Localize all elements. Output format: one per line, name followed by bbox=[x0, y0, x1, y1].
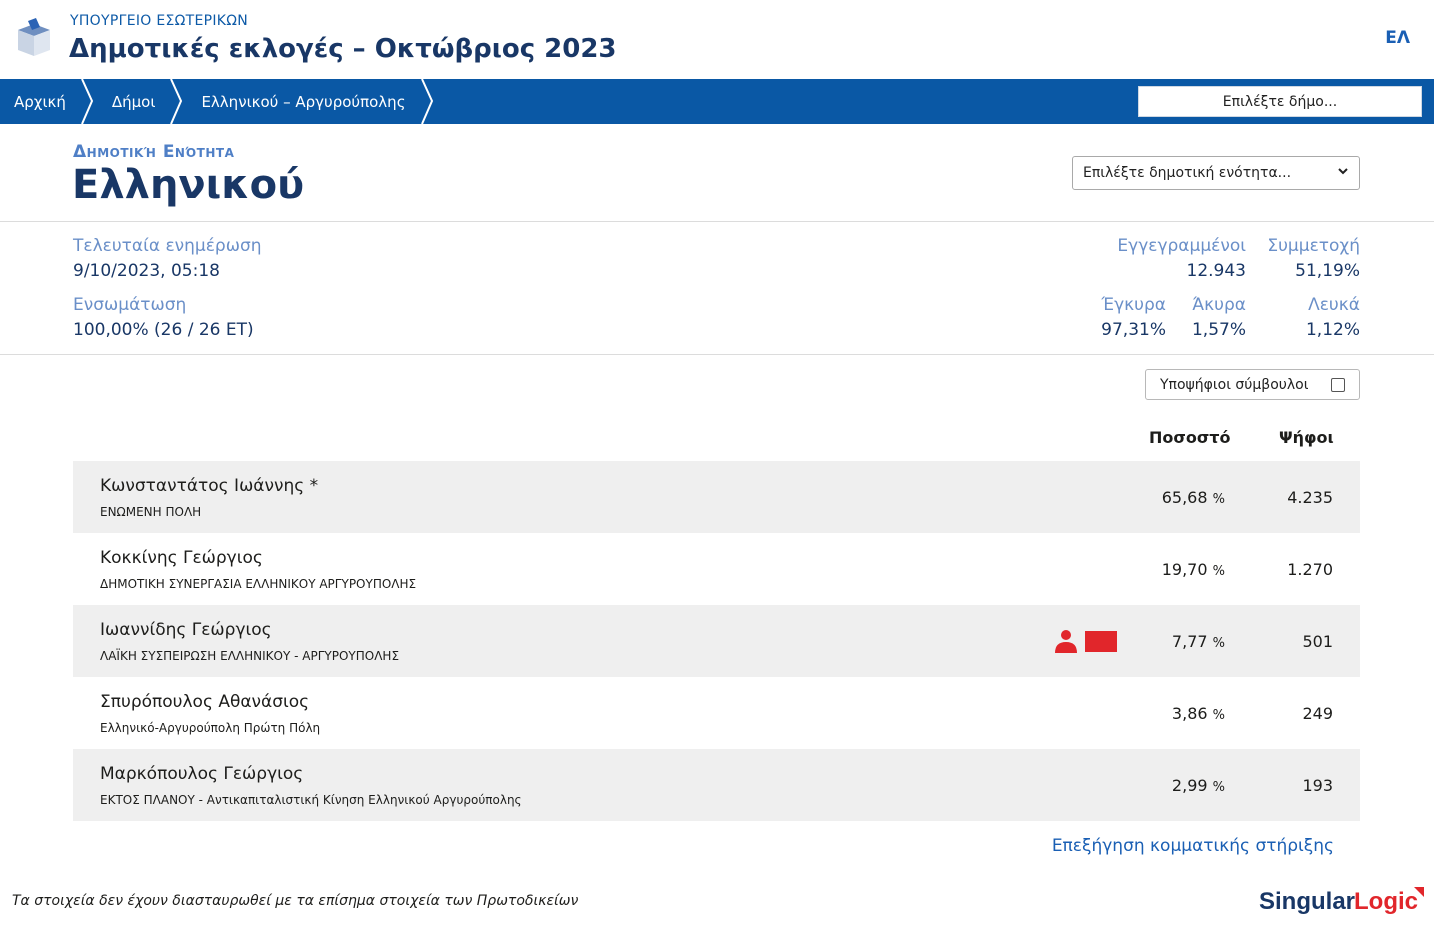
percent-unit: % bbox=[1212, 636, 1225, 651]
percent-unit: % bbox=[1212, 492, 1225, 507]
breadcrumb-home[interactable]: Αρχική bbox=[0, 93, 78, 111]
ministry-label: ΥΠΟΥΡΓΕΙΟ ΕΣΩΤΕΡΙΚΩΝ bbox=[70, 13, 249, 29]
svg-text:Logic: Logic bbox=[1354, 888, 1418, 915]
votes-cell: 501 bbox=[1302, 632, 1333, 651]
svg-text:Singular: Singular bbox=[1259, 888, 1355, 915]
party-name: Ελληνικό-Αργυρούπολη Πρώτη Πόλη bbox=[100, 721, 321, 735]
integration-label: Ενσωμάτωση bbox=[73, 295, 187, 315]
party-support-explanation-link[interactable]: Επεξήγηση κομματικής στήριξης bbox=[1052, 836, 1334, 856]
chevron-right-icon bbox=[170, 79, 183, 124]
breadcrumb: Αρχική Δήμοι Ελληνικού – Αργυρούπολης bbox=[0, 79, 438, 124]
percentage-value: 19,70 bbox=[1161, 560, 1208, 579]
percentage-value: 2,99 bbox=[1171, 776, 1208, 795]
votes-cell: 193 bbox=[1302, 776, 1333, 795]
candidates-checkbox[interactable] bbox=[1331, 378, 1345, 392]
candidate-name: Μαρκόπουλος Γεώργιος bbox=[100, 764, 304, 784]
turnout-value: 51,19% bbox=[1295, 261, 1360, 281]
candidate-name: Σπυρόπουλος Αθανάσιος bbox=[100, 692, 310, 712]
invalid-label: Άκυρα bbox=[1192, 295, 1246, 315]
table-row[interactable]: Κοκκίνης Γεώργιος ΔΗΜΟΤΙΚΗ ΣΥΝΕΡΓΑΣΙΑ ΕΛ… bbox=[73, 533, 1360, 605]
integration-value: 100,00% (26 / 26 ΕΤ) bbox=[73, 320, 254, 340]
flag-icon bbox=[1085, 631, 1117, 652]
person-icon-body bbox=[1055, 642, 1077, 653]
page-title: Δημοτικές εκλογές – Οκτώβριος 2023 bbox=[69, 34, 617, 64]
votes-cell: 249 bbox=[1302, 704, 1333, 723]
breadcrumb-municipality[interactable]: Ελληνικού – Αργυρούπολης bbox=[187, 93, 417, 111]
blank-value: 1,12% bbox=[1305, 320, 1360, 340]
registered-value: 12.943 bbox=[1186, 261, 1246, 281]
table-row[interactable]: Κωνσταντάτος Ιωάννης * ΕΝΩΜΕΝΗ ΠΟΛΗ 65,6… bbox=[73, 461, 1360, 533]
percentage-cell: 3,86 % bbox=[1172, 704, 1225, 723]
percent-unit: % bbox=[1212, 564, 1225, 579]
party-name: ΛΑΪΚΗ ΣΥΣΠΕΙΡΩΣΗ ΕΛΛΗΝΙΚΟΥ - ΑΡΓΥΡΟΥΠΟΛΗ… bbox=[100, 649, 400, 663]
candidates-toggle[interactable]: Υποψήφιοι σύμβουλοι bbox=[1145, 369, 1360, 400]
valid-label: Έγκυρα bbox=[1101, 295, 1166, 315]
unit-name: Ελληνικού bbox=[72, 162, 305, 208]
percentage-value: 3,86 bbox=[1171, 704, 1208, 723]
candidate-name: Κοκκίνης Γεώργιος bbox=[100, 548, 263, 568]
column-header-percentage: Ποσοστό bbox=[1149, 428, 1231, 447]
blank-label: Λευκά bbox=[1308, 295, 1360, 315]
party-name: ΕΝΩΜΕΝΗ ΠΟΛΗ bbox=[100, 505, 202, 519]
chevron-down-icon bbox=[1338, 168, 1348, 175]
candidates-toggle-label: Υποψήφιοι σύμβουλοι bbox=[1160, 376, 1309, 393]
breadcrumb-municipalities[interactable]: Δήμοι bbox=[98, 93, 168, 111]
party-name: ΔΗΜΟΤΙΚΗ ΣΥΝΕΡΓΑΣΙΑ ΕΛΛΗΝΙΚΟΥ ΑΡΓΥΡΟΥΠΟΛ… bbox=[100, 577, 417, 591]
unit-select[interactable]: Επιλέξτε δημοτική ενότητα... bbox=[1072, 156, 1360, 190]
candidate-name: Ιωαννίδης Γεώργιος bbox=[100, 620, 272, 640]
percent-unit: % bbox=[1212, 708, 1225, 723]
stats-panel: Τελευταία ενημέρωση 9/10/2023, 05:18 Ενσ… bbox=[0, 222, 1434, 355]
page-header: ΥΠΟΥΡΓΕΙΟ ΕΣΩΤΕΡΙΚΩΝ Δημοτικές εκλογές –… bbox=[0, 0, 1434, 79]
percentage-value: 7,77 bbox=[1171, 632, 1208, 651]
percentage-cell: 7,77 % bbox=[1172, 632, 1225, 651]
votes-cell: 4.235 bbox=[1287, 488, 1333, 507]
percentage-cell: 2,99 % bbox=[1172, 776, 1225, 795]
ballot-box-logo-icon bbox=[18, 18, 50, 56]
chevron-right-icon bbox=[80, 79, 93, 124]
party-support-icon bbox=[1055, 630, 1117, 653]
table-row[interactable]: Σπυρόπουλος Αθανάσιος Ελληνικό-Αργυρούπο… bbox=[73, 677, 1360, 749]
person-icon bbox=[1061, 630, 1071, 640]
unit-select-label: Επιλέξτε δημοτική ενότητα... bbox=[1083, 165, 1292, 181]
turnout-label: Συμμετοχή bbox=[1267, 236, 1360, 256]
last-update-label: Τελευταία ενημέρωση bbox=[73, 236, 262, 256]
table-row[interactable]: Μαρκόπουλος Γεώργιος ΕΚΤΟΣ ΠΛΑΝΟΥ - Αντι… bbox=[73, 749, 1360, 821]
candidate-name: Κωνσταντάτος Ιωάννης * bbox=[100, 476, 319, 496]
percent-unit: % bbox=[1212, 780, 1225, 795]
chevron-right-icon bbox=[420, 79, 433, 124]
unit-kicker: Δημοτική Ενότητα bbox=[73, 142, 235, 162]
valid-value: 97,31% bbox=[1101, 320, 1166, 340]
language-switch[interactable]: ΕΛ bbox=[1385, 28, 1410, 48]
unit-header: Δημοτική Ενότητα Ελληνικού Επιλέξτε δημο… bbox=[0, 124, 1434, 222]
municipality-select[interactable]: Επιλέξτε δήμο... bbox=[1138, 86, 1422, 117]
votes-cell: 1.270 bbox=[1287, 560, 1333, 579]
results-table: Κωνσταντάτος Ιωάννης * ΕΝΩΜΕΝΗ ΠΟΛΗ 65,6… bbox=[73, 461, 1360, 821]
breadcrumb-bar: Αρχική Δήμοι Ελληνικού – Αργυρούπολης Επ… bbox=[0, 79, 1434, 124]
singularlogic-logo[interactable]: Singular Logic bbox=[1259, 883, 1424, 917]
disclaimer-text: Τα στοιχεία δεν έχουν διασταυρωθεί με τα… bbox=[12, 893, 579, 909]
invalid-value: 1,57% bbox=[1191, 320, 1246, 340]
column-header-votes: Ψήφοι bbox=[1279, 428, 1334, 447]
percentage-value: 65,68 bbox=[1161, 488, 1208, 507]
percentage-cell: 65,68 % bbox=[1162, 488, 1225, 507]
percentage-cell: 19,70 % bbox=[1162, 560, 1225, 579]
table-row[interactable]: Ιωαννίδης Γεώργιος ΛΑΪΚΗ ΣΥΣΠΕΙΡΩΣΗ ΕΛΛΗ… bbox=[73, 605, 1360, 677]
party-name: ΕΚΤΟΣ ΠΛΑΝΟΥ - Αντικαπιταλιστική Κίνηση … bbox=[100, 793, 522, 807]
last-update-value: 9/10/2023, 05:18 bbox=[73, 261, 220, 281]
registered-label: Εγγεγραμμένοι bbox=[1117, 236, 1246, 256]
